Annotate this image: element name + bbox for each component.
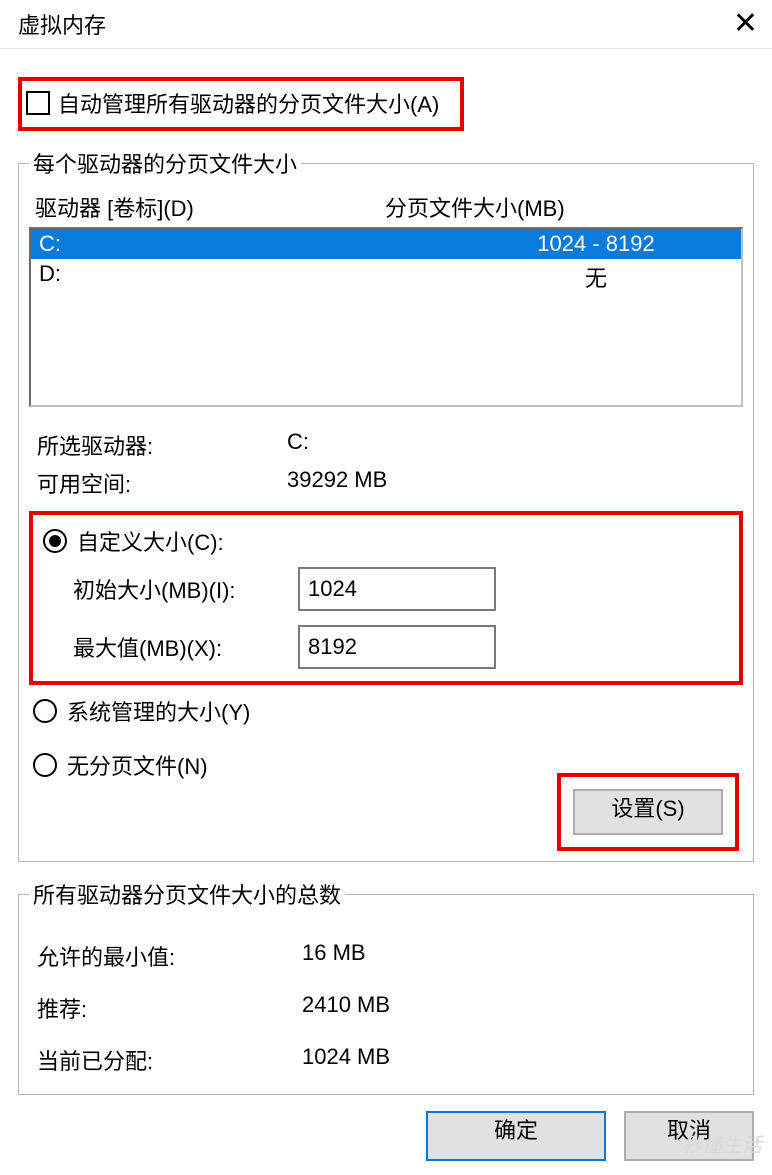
radio-system-label: 系统管理的大小(Y): [67, 695, 250, 727]
free-space-label: 可用空间:: [37, 467, 287, 499]
drive-row[interactable]: D: 无: [31, 259, 741, 295]
header-drive: 驱动器 [卷标](D): [35, 191, 385, 223]
set-button-highlight: 设置(S): [557, 773, 739, 851]
auto-manage-row[interactable]: 自动管理所有驱动器的分页文件大小(A): [18, 77, 464, 131]
window-title: 虚拟内存: [18, 8, 106, 40]
per-drive-legend: 每个驱动器的分页文件大小: [29, 147, 301, 179]
selected-drive-label: 所选驱动器:: [37, 429, 287, 461]
max-size-label: 最大值(MB)(X):: [73, 631, 278, 663]
drive-row[interactable]: C: 1024 - 8192: [31, 229, 741, 259]
drive-list[interactable]: C: 1024 - 8192 D: 无: [29, 227, 743, 407]
radio-icon[interactable]: [33, 699, 57, 723]
min-value: 16 MB: [302, 940, 735, 972]
cur-label: 当前已分配:: [37, 1044, 302, 1076]
custom-size-box: 自定义大小(C): 初始大小(MB)(I): 最大值(MB)(X):: [29, 511, 743, 685]
max-size-input[interactable]: [298, 625, 496, 669]
initial-size-label: 初始大小(MB)(I):: [73, 573, 278, 605]
ok-button[interactable]: 确定: [426, 1111, 606, 1161]
size-cell: 无: [455, 261, 737, 293]
per-drive-group: 每个驱动器的分页文件大小 驱动器 [卷标](D) 分页文件大小(MB) C: 1…: [18, 147, 754, 862]
rec-label: 推荐:: [37, 992, 302, 1024]
free-space-value: 39292 MB: [287, 467, 735, 499]
totals-group: 所有驱动器分页文件大小的总数 允许的最小值: 16 MB 推荐: 2410 MB…: [18, 878, 754, 1095]
drive-cell: C:: [35, 231, 455, 257]
header-size: 分页文件大小(MB): [385, 191, 737, 223]
cur-value: 1024 MB: [302, 1044, 735, 1076]
radio-custom-size[interactable]: 自定义大小(C):: [41, 521, 731, 561]
min-label: 允许的最小值:: [37, 940, 302, 972]
selected-drive-value: C:: [287, 429, 735, 461]
auto-manage-label: 自动管理所有驱动器的分页文件大小(A): [58, 87, 439, 119]
set-button[interactable]: 设置(S): [573, 789, 723, 835]
radio-custom-label: 自定义大小(C):: [77, 525, 224, 557]
rec-value: 2410 MB: [302, 992, 735, 1024]
close-icon[interactable]: ✕: [725, 9, 766, 39]
totals-legend: 所有驱动器分页文件大小的总数: [29, 878, 345, 910]
drive-cell: D:: [35, 261, 455, 293]
initial-size-input[interactable]: [298, 567, 496, 611]
radio-system-managed[interactable]: 系统管理的大小(Y): [31, 691, 741, 731]
radio-icon[interactable]: [43, 529, 67, 553]
auto-manage-checkbox[interactable]: [26, 91, 50, 115]
size-cell: 1024 - 8192: [455, 231, 737, 257]
watermark: 秒懂生活: [682, 1129, 762, 1158]
